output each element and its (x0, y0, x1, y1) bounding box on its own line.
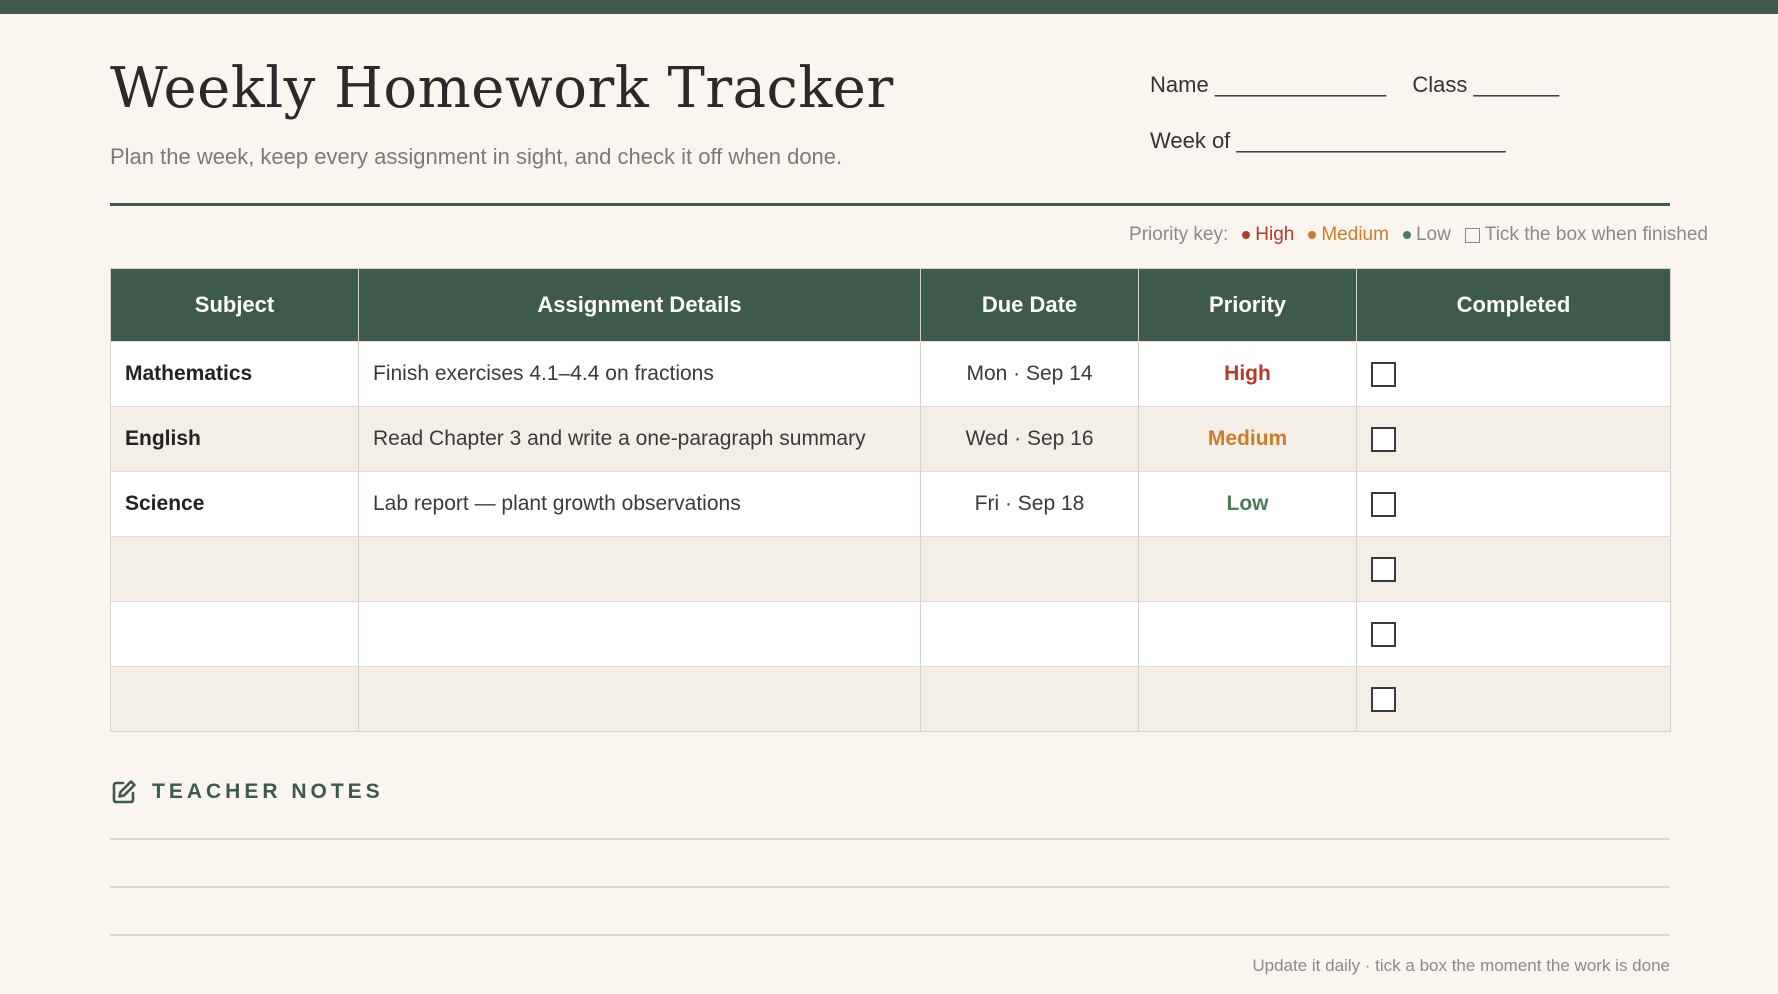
cell-details[interactable] (358, 536, 921, 602)
cell-due[interactable] (920, 666, 1139, 732)
medium-dot-icon (1308, 231, 1317, 239)
key-checkbox-hint: Tick the box when finished (1464, 224, 1708, 246)
cell-subject[interactable]: Mathematics (110, 341, 359, 407)
top-accent-bar (0, 0, 1778, 14)
note-line[interactable] (110, 886, 1670, 888)
high-dot-icon (1242, 231, 1251, 239)
cell-details[interactable] (358, 601, 921, 667)
homework-table: Subject Assignment Details Due Date Prio… (110, 268, 1671, 732)
key-checkbox-hint-label: Tick the box when finished (1484, 224, 1708, 245)
cell-priority[interactable] (1138, 536, 1357, 602)
cell-due[interactable] (920, 536, 1139, 602)
class-field[interactable]: _______ (1474, 72, 1560, 97)
cell-details[interactable] (358, 666, 921, 732)
column-header-due-date: Due Date (920, 268, 1139, 342)
cell-due[interactable]: Wed · Sep 16 (920, 406, 1139, 472)
table-row (110, 536, 1671, 602)
cell-priority[interactable]: Medium (1138, 406, 1357, 472)
cell-details[interactable]: Lab report — plant growth observations (358, 471, 921, 537)
key-low-label: Low (1415, 224, 1451, 245)
completed-checkbox[interactable] (1371, 491, 1396, 517)
footer-tip: Update it daily · tick a box the moment … (1252, 956, 1670, 975)
cell-subject[interactable] (110, 666, 359, 732)
table-row: English Read Chapter 3 and write a one-pa… (110, 406, 1671, 472)
table-row: Mathematics Finish exercises 4.1–4.4 on f… (110, 341, 1671, 407)
name-label: Name (1150, 72, 1209, 97)
completed-checkbox[interactable] (1371, 686, 1396, 712)
key-high: High (1242, 224, 1294, 246)
cell-priority[interactable]: Low (1138, 471, 1357, 537)
name-class-line: Name ______________ Class _______ (1150, 70, 1559, 100)
page-title: Weekly Homework Tracker (110, 56, 894, 121)
note-line[interactable] (110, 934, 1670, 936)
cell-completed (1356, 666, 1671, 732)
key-medium-label: Medium (1321, 224, 1389, 245)
cell-completed (1356, 406, 1671, 472)
teacher-notes-header: TEACHER NOTES (110, 778, 384, 806)
key-medium: Medium (1308, 224, 1389, 246)
key-high-label: High (1255, 224, 1295, 245)
page-subtitle: Plan the week, keep every assignment in … (110, 144, 843, 169)
completed-checkbox[interactable] (1371, 556, 1396, 582)
cell-details[interactable]: Finish exercises 4.1–4.4 on fractions (358, 341, 921, 407)
cell-due[interactable]: Fri · Sep 18 (920, 471, 1139, 537)
priority-key-label: Priority key: (1129, 224, 1229, 245)
cell-subject[interactable]: Science (110, 471, 359, 537)
cell-priority[interactable] (1138, 666, 1357, 732)
name-field[interactable]: ______________ (1215, 72, 1386, 97)
cell-due[interactable]: Mon · Sep 14 (920, 341, 1139, 407)
cell-completed (1356, 341, 1671, 407)
column-header-priority: Priority (1138, 268, 1357, 342)
checkbox-icon (1464, 227, 1480, 243)
teacher-notes-title: TEACHER NOTES (152, 780, 384, 803)
cell-details[interactable]: Read Chapter 3 and write a one-paragraph… (358, 406, 921, 472)
completed-checkbox[interactable] (1371, 361, 1396, 387)
column-header-details: Assignment Details (358, 268, 921, 342)
low-dot-icon (1402, 231, 1411, 239)
table-row (110, 666, 1671, 732)
header-divider (110, 203, 1670, 206)
cell-priority[interactable] (1138, 601, 1357, 667)
completed-checkbox[interactable] (1371, 621, 1396, 647)
table-row: Science Lab report — plant growth observa… (110, 471, 1671, 537)
key-low: Low (1402, 224, 1451, 246)
week-label: Week of (1150, 128, 1231, 153)
week-line: Week of ______________________ (1150, 126, 1559, 156)
note-line[interactable] (110, 838, 1670, 840)
edit-icon (112, 780, 136, 804)
cell-completed (1356, 536, 1671, 602)
completed-checkbox[interactable] (1371, 426, 1396, 452)
cell-subject[interactable] (110, 536, 359, 602)
table-row (110, 601, 1671, 667)
priority-key: Priority key: High Medium Low Tick the b… (1129, 224, 1708, 246)
cell-subject[interactable]: English (110, 406, 359, 472)
cell-completed (1356, 601, 1671, 667)
column-header-subject: Subject (110, 268, 359, 342)
column-header-completed: Completed (1356, 268, 1671, 342)
cell-subject[interactable] (110, 601, 359, 667)
table-header-row: Subject Assignment Details Due Date Prio… (110, 268, 1671, 342)
cell-due[interactable] (920, 601, 1139, 667)
cell-priority[interactable]: High (1138, 341, 1357, 407)
class-label: Class (1412, 72, 1468, 97)
week-field[interactable]: ______________________ (1236, 128, 1505, 153)
student-fields: Name ______________ Class _______ Week o… (1150, 70, 1559, 156)
cell-completed (1356, 471, 1671, 537)
